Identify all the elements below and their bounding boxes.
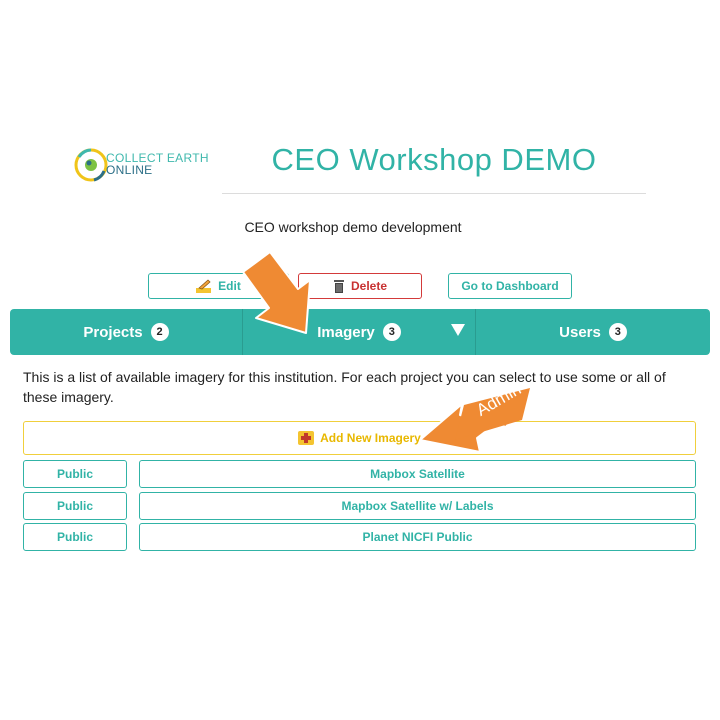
logo-line2: ONLINE [106, 163, 153, 177]
visibility-button[interactable]: Public [23, 492, 127, 520]
projects-count-badge: 2 [150, 323, 169, 341]
delete-button[interactable]: Delete [298, 273, 422, 299]
tab-projects[interactable]: Projects 2 [10, 309, 242, 355]
tab-users[interactable]: Users 3 [476, 309, 710, 355]
imagery-name-button[interactable]: Mapbox Satellite [139, 460, 696, 488]
institution-description: CEO workshop demo development [244, 219, 462, 235]
collect-earth-logo: COLLECT EARTH ONLINE [72, 146, 212, 186]
institution-tabs: Projects 2 Imagery 3 Users 3 [10, 309, 710, 355]
annotation-arrows [242, 251, 533, 453]
title-divider [222, 193, 646, 194]
add-new-imagery-button[interactable]: Add New Imagery [23, 421, 696, 455]
tab-imagery[interactable]: Imagery 3 [243, 309, 475, 355]
imagery-name-button[interactable]: Mapbox Satellite w/ Labels [139, 492, 696, 520]
tab-imagery-label: Imagery [317, 323, 375, 341]
users-count-badge: 3 [608, 323, 627, 341]
edit-button[interactable]: Edit [148, 273, 289, 299]
imagery-count-badge: 3 [382, 323, 401, 341]
imagery-row: Public Planet NICFI Public [23, 523, 696, 551]
trash-icon [333, 280, 344, 293]
dashboard-label: Go to Dashboard [461, 279, 559, 293]
imagery-row: Public Mapbox Satellite w/ Labels [23, 492, 696, 520]
edit-label: Edit [218, 279, 241, 293]
pencil-icon [196, 279, 212, 293]
caret-down-icon [451, 324, 465, 336]
imagery-row: Public Mapbox Satellite [23, 460, 696, 488]
add-imagery-label: Add New Imagery [320, 431, 421, 445]
imagery-name-button[interactable]: Planet NICFI Public [139, 523, 696, 551]
globe-logo-icon [74, 148, 108, 182]
go-to-dashboard-button[interactable]: Go to Dashboard [448, 273, 572, 299]
visibility-button[interactable]: Public [23, 460, 127, 488]
plus-icon [298, 431, 315, 445]
delete-label: Delete [350, 279, 388, 293]
tab-users-label: Users [559, 323, 601, 341]
imagery-info-text: This is a list of available imagery for … [23, 369, 666, 405]
tab-projects-label: Projects [83, 323, 143, 341]
visibility-button[interactable]: Public [23, 523, 127, 551]
institution-title: CEO Workshop DEMO [271, 142, 597, 177]
